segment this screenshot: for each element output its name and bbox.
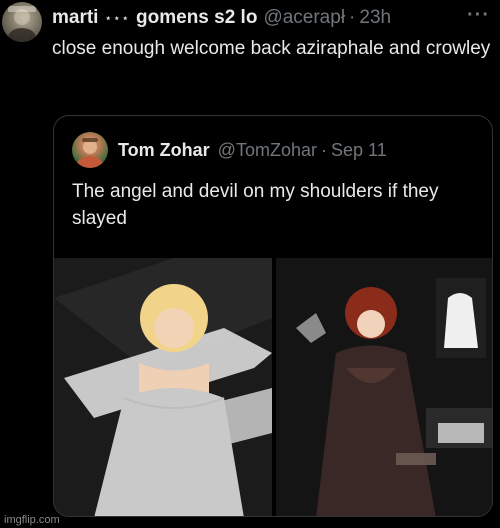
photo-icon — [276, 258, 492, 516]
tweet-header: marti ⋆⋆⋆ gomens s2 lo @acerapł · 23h — [52, 6, 492, 30]
tweet-text: close enough welcome back aziraphale and… — [52, 38, 491, 59]
timestamp[interactable]: 23h — [359, 7, 391, 29]
quote-header: Tom Zohar @TomZohar · Sep 11 — [72, 132, 387, 168]
more-options-icon[interactable]: ··· — [467, 4, 490, 27]
quoted-tweet[interactable]: Tom Zohar @TomZohar · Sep 11 The angel a… — [53, 115, 493, 517]
name-decoration: ⋆⋆⋆ — [104, 11, 131, 25]
display-name-suffix[interactable]: gomens s2 lo — [136, 7, 257, 29]
quote-avatar-icon[interactable] — [72, 132, 108, 168]
user-avatar-icon[interactable] — [2, 2, 42, 42]
quote-media[interactable] — [54, 258, 492, 516]
watermark: imgflip.com — [4, 514, 60, 526]
user-handle[interactable]: @acerapł — [263, 7, 345, 29]
photo-left[interactable] — [54, 258, 272, 516]
quote-separator: · — [320, 139, 327, 160]
photo-right[interactable] — [276, 258, 492, 516]
quote-display-name[interactable]: Tom Zohar — [118, 140, 210, 161]
quote-user-handle[interactable]: @TomZohar — [218, 140, 317, 161]
display-name[interactable]: marti — [52, 7, 98, 29]
quote-text: The angel and devil on my shoulders if t… — [72, 181, 439, 229]
quote-date[interactable]: Sep 11 — [331, 140, 387, 161]
separator: · — [349, 7, 356, 28]
tweet[interactable]: marti ⋆⋆⋆ gomens s2 lo @acerapł · 23h ··… — [0, 0, 500, 528]
photo-icon — [54, 258, 272, 516]
